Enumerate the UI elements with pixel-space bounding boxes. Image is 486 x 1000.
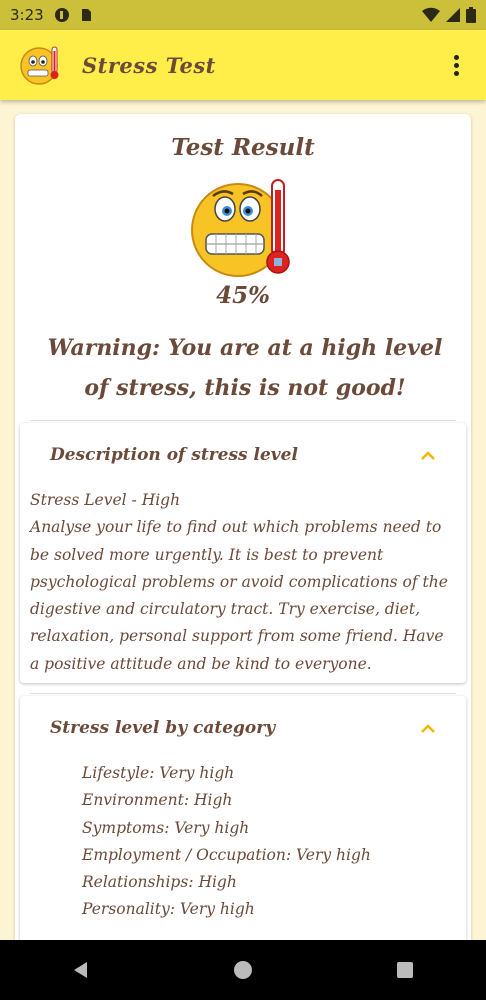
category-panel-header[interactable]: Stress level by category	[20, 696, 466, 760]
status-bar: 3:23	[0, 0, 486, 30]
list-item: Relationships: High	[82, 873, 237, 892]
app-title: Stress Test	[82, 52, 216, 78]
recents-icon[interactable]	[395, 960, 415, 980]
app-notification-icon	[54, 8, 69, 22]
signal-icon	[446, 8, 460, 22]
list-item: Lifestyle: Very high	[82, 764, 235, 782]
result-heading: Test Result	[171, 134, 315, 161]
category-panel-title: Stress level by category	[50, 718, 276, 738]
warning-message: Warning: You are at a high level of stre…	[47, 335, 443, 401]
category-panel: Stress level by category Lifestyle: Very…	[20, 696, 466, 954]
list-item: Employment / Occupation: Very high	[82, 845, 371, 864]
chevron-up-icon[interactable]	[420, 723, 436, 733]
stress-level-line: Stress Level - High	[30, 491, 181, 509]
system-nav-bar	[0, 940, 486, 1000]
description-panel: Description of stress level Stress Level…	[20, 423, 466, 683]
sd-card-icon	[81, 9, 91, 21]
stress-emoji-icon	[20, 46, 59, 85]
list-item: Personality: Very high	[82, 900, 255, 919]
more-vert-icon[interactable]	[444, 50, 468, 80]
divider	[30, 420, 456, 421]
chevron-up-icon[interactable]	[420, 450, 436, 460]
description-panel-header[interactable]: Description of stress level	[20, 423, 466, 487]
description-body: Analyse your life to find out which prob…	[30, 518, 448, 673]
stress-percent: 45%	[216, 282, 270, 309]
description-panel-title: Description of stress level	[50, 445, 298, 465]
status-time: 3:23	[10, 6, 44, 24]
list-item: Symptoms: Very high	[82, 818, 250, 837]
category-list: Lifestyle: Very high Environment: High S…	[20, 760, 466, 924]
list-item: Environment: High	[82, 791, 233, 810]
description-text: Stress Level - High Analyse your life to…	[20, 487, 466, 686]
result-card: Test Result 45% Warning: You are at a hi…	[15, 114, 471, 954]
back-icon[interactable]	[71, 960, 91, 980]
wifi-icon	[422, 7, 440, 23]
stress-emoji-large-icon	[191, 179, 290, 277]
app-bar: Stress Test	[0, 30, 486, 100]
divider	[30, 693, 456, 694]
home-icon[interactable]	[233, 960, 253, 980]
battery-icon	[466, 7, 476, 23]
